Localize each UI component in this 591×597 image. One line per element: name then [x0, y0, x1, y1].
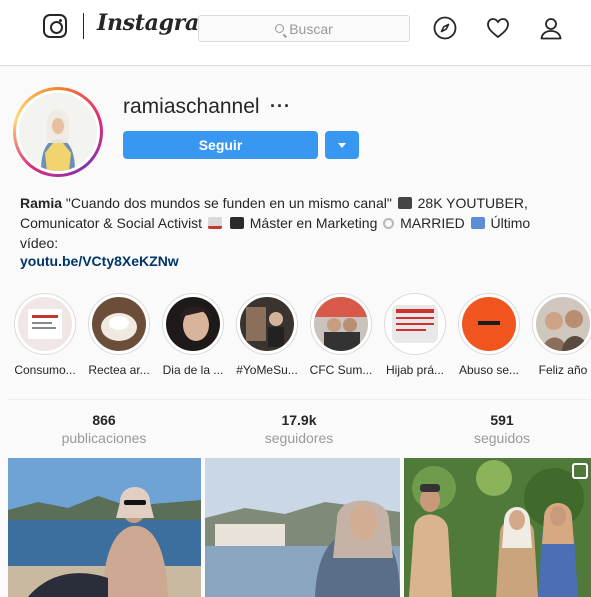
stat-label: publicaciones	[61, 430, 147, 446]
stat-label: seguidores	[264, 430, 334, 446]
down-arrow-emoji-icon	[470, 217, 485, 229]
followers-count[interactable]: 17.9k seguidores	[224, 412, 374, 446]
highlight-label: Consumo...	[14, 363, 76, 377]
follow-button[interactable]: Seguir	[123, 131, 318, 159]
bio-youtuber: 28K YOUTUBER,	[417, 195, 528, 211]
inbox-emoji-icon	[207, 217, 222, 229]
highlight-item[interactable]: #YoMeSu...	[230, 293, 304, 377]
graduation-cap-emoji-icon	[229, 217, 244, 229]
highlight-cover	[166, 297, 220, 351]
profile-avatar-story-ring[interactable]	[13, 87, 103, 177]
highlight-item[interactable]: Hijab prá...	[378, 293, 452, 377]
highlight-cover	[388, 297, 442, 351]
highlight-item[interactable]: Rectea ar...	[82, 293, 156, 377]
following-count[interactable]: 591 seguidos	[427, 412, 577, 446]
bio-latest: Último	[490, 215, 531, 231]
highlight-cover	[462, 297, 516, 351]
highlight-label: Dia de la ...	[162, 363, 224, 377]
stat-value: 866	[92, 412, 116, 428]
posts-count[interactable]: 866 publicaciones	[29, 412, 179, 446]
movie-camera-emoji-icon	[397, 197, 412, 209]
search-input[interactable]: Buscar	[198, 15, 410, 42]
highlight-cover	[18, 297, 72, 351]
profile-avatar	[19, 93, 97, 171]
highlight-item[interactable]: Feliz año	[526, 293, 591, 377]
bio-external-link[interactable]: youtu.be/VCty8XeKZNw	[20, 253, 179, 269]
search-placeholder: Buscar	[289, 20, 333, 37]
profile-bio: Ramia "Cuando dos mundos se funden en un…	[20, 193, 575, 253]
highlight-item[interactable]: Abuso se...	[452, 293, 526, 377]
highlight-label: Abuso se...	[458, 363, 520, 377]
suggestions-dropdown-button[interactable]	[325, 131, 359, 159]
highlight-item[interactable]: CFC Sum...	[304, 293, 378, 377]
highlight-cover	[92, 297, 146, 351]
bio-master: Máster en Marketing	[249, 215, 378, 231]
bio-activist: Comunicator & Social Activist	[20, 215, 203, 231]
bio-tagline: "Cuando dos mundos se funden en un mismo…	[65, 195, 392, 211]
highlight-label: Hijab prá...	[385, 363, 445, 377]
profile-stats: 866 publicaciones 17.9k seguidores 591 s…	[8, 399, 591, 456]
post-thumbnail[interactable]	[404, 458, 591, 597]
stat-value: 591	[490, 412, 514, 428]
profile-username: ramiaschannel	[123, 95, 260, 118]
stat-label: seguidos	[473, 430, 531, 446]
instagram-camera-icon[interactable]	[43, 14, 67, 38]
highlight-label: Rectea ar...	[88, 363, 150, 377]
highlight-cover	[314, 297, 368, 351]
highlight-item[interactable]: Consumo...	[8, 293, 82, 377]
explore-compass-icon[interactable]	[433, 16, 457, 40]
profile-full-name: Ramia	[20, 195, 63, 211]
highlight-item[interactable]: Dia de la ...	[156, 293, 230, 377]
posts-grid	[8, 458, 591, 597]
story-highlights: Consumo... Rectea ar... Dia de la ... #Y…	[0, 293, 591, 383]
post-thumbnail[interactable]	[205, 458, 400, 597]
logo-divider	[83, 13, 84, 39]
highlight-label: #YoMeSu...	[236, 363, 298, 377]
post-thumbnail[interactable]	[8, 458, 201, 597]
ring-emoji-icon	[383, 218, 395, 229]
stat-value: 17.9k	[281, 412, 317, 428]
highlight-cover	[240, 297, 294, 351]
profile-person-icon[interactable]	[539, 16, 563, 40]
highlight-label: Feliz año	[538, 363, 588, 377]
highlight-cover	[536, 297, 590, 351]
search-icon	[275, 24, 285, 33]
top-nav: Instagram Buscar	[0, 0, 591, 66]
activity-heart-icon[interactable]	[486, 16, 510, 40]
bio-video-label: vídeo:	[20, 235, 59, 251]
highlight-label: CFC Sum...	[309, 363, 373, 377]
bio-married: MARRIED	[400, 215, 465, 231]
more-options-icon[interactable]: ···	[270, 96, 291, 117]
